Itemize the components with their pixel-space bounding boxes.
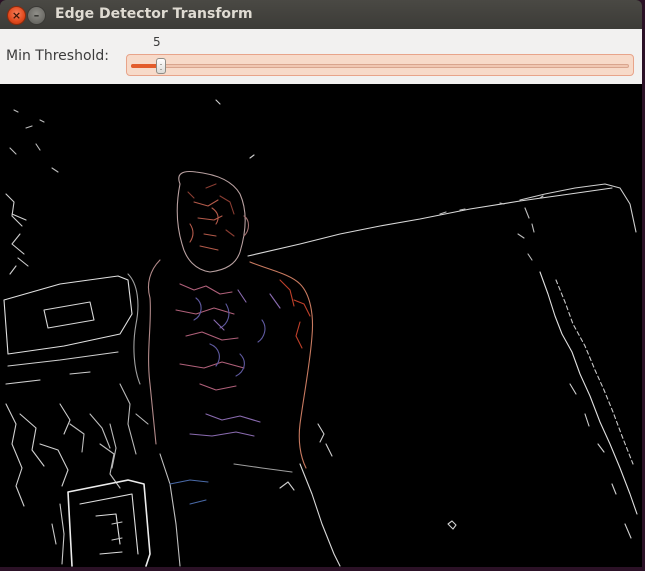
window-title: Edge Detector Transform: [55, 6, 253, 22]
edge-image-view: [0, 84, 642, 567]
minimize-icon: –: [33, 9, 40, 22]
slider-thumb[interactable]: [155, 58, 166, 74]
edge-detector-window: × – Edge Detector Transform Min Threshol…: [0, 0, 642, 567]
edge-detection-output: [0, 84, 642, 567]
threshold-value: 5: [153, 35, 161, 49]
minimize-button[interactable]: –: [27, 6, 46, 25]
threshold-toolbar: Min Threshold: 5: [0, 29, 642, 84]
close-button[interactable]: ×: [7, 6, 26, 25]
threshold-slider[interactable]: [126, 54, 634, 76]
title-bar[interactable]: × – Edge Detector Transform: [0, 0, 642, 30]
threshold-label: Min Threshold:: [6, 48, 110, 64]
close-icon: ×: [11, 9, 22, 22]
slider-groove[interactable]: [131, 64, 629, 68]
window-frame-bottom: [0, 567, 645, 571]
